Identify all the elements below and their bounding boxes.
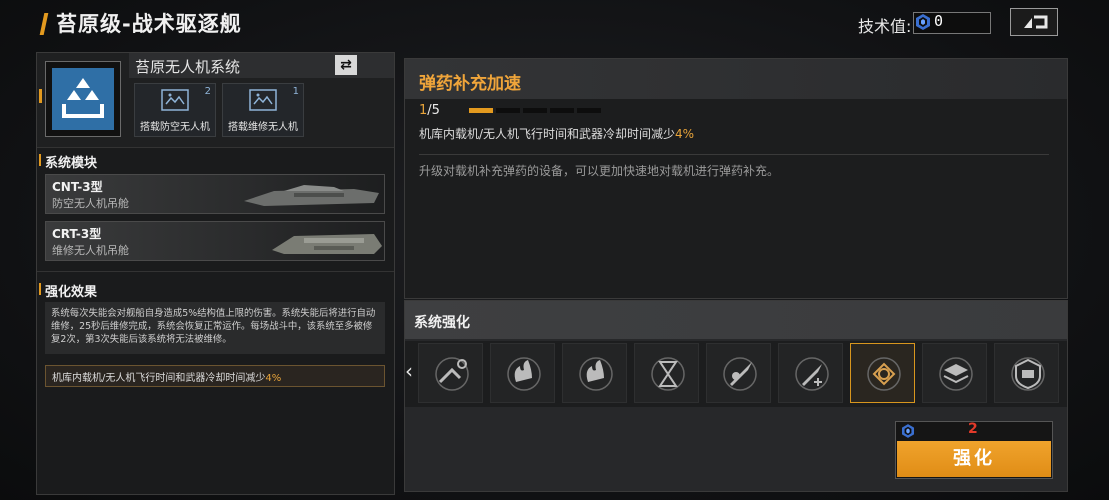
module-name: CNT-3型 bbox=[52, 180, 103, 194]
enhance-cost: 2 bbox=[968, 421, 978, 437]
upgrade-detail-panel: 弹药补充加速 1/5 机库内载机/无人机飞行时间和武器冷却时间减少4% 升级对载… bbox=[404, 58, 1068, 299]
tech-point-icon bbox=[916, 14, 930, 30]
title-accent bbox=[39, 13, 49, 35]
enhance-button[interactable]: 强化 bbox=[897, 441, 1051, 477]
drone-icon bbox=[249, 89, 277, 111]
drone-label: 搭载防空无人机 bbox=[140, 122, 210, 133]
effect-description: 系统每次失能会对舰船自身造成5%结构值上限的伤害。系统失能后将进行自动维修，25… bbox=[45, 302, 385, 354]
module-name: CRT-3型 bbox=[52, 227, 102, 241]
level-segment bbox=[577, 108, 601, 113]
upgrade-flavor-text: 升级对载机补充弹药的设备，可以更加快速地对载机进行弹药补充。 bbox=[419, 164, 780, 178]
system-panel: 苔原无人机系统 ⇄ 2 搭载防空无人机 1 搭载维修无人机 系统模块 CNT-3… bbox=[36, 52, 395, 495]
effect-title: 强化效果 bbox=[38, 281, 97, 300]
upgrade-header: 弹药补充加速 bbox=[405, 59, 1067, 99]
upgrade-slot[interactable] bbox=[994, 343, 1059, 403]
level-segment bbox=[469, 108, 493, 113]
effect-bonus: 机库内载机/无人机飞行时间和武器冷却时间减少4% bbox=[45, 365, 385, 387]
effect-bonus-value: 4% bbox=[265, 373, 282, 384]
module-item-cnt3[interactable]: CNT-3型 防空无人机吊舱 bbox=[45, 174, 385, 214]
drone-slot-aa[interactable]: 2 搭载防空无人机 bbox=[134, 83, 216, 137]
module-item-crt3[interactable]: CRT-3型 维修无人机吊舱 bbox=[45, 221, 385, 261]
module-type: 维修无人机吊舱 bbox=[52, 244, 129, 257]
upgrade-level: 1/5 bbox=[419, 103, 440, 118]
swap-system-button[interactable]: ⇄ bbox=[335, 55, 357, 75]
upgrade-slot[interactable] bbox=[922, 343, 987, 403]
drone-reload-icon bbox=[867, 357, 901, 391]
system-header: 苔原无人机系统 ⇄ 2 搭载防空无人机 1 搭载维修无人机 bbox=[37, 53, 394, 148]
tech-label: 技术值: bbox=[858, 17, 912, 36]
drone-count: 1 bbox=[292, 86, 299, 97]
tech-value: 0 bbox=[934, 12, 944, 30]
enhance-cost-box: 2 强化 bbox=[895, 421, 1053, 479]
upgrade-effect: 机库内载机/无人机飞行时间和武器冷却时间减少4% bbox=[419, 125, 694, 142]
detail-divider bbox=[419, 154, 1049, 155]
upgrade-slot[interactable] bbox=[634, 343, 699, 403]
upgrade-slot[interactable] bbox=[706, 343, 771, 403]
enhance-header: 系统强化 bbox=[405, 301, 1067, 339]
upgrade-title: 弹药补充加速 bbox=[419, 74, 521, 94]
drone-count: 2 bbox=[204, 86, 211, 97]
module-type: 防空无人机吊舱 bbox=[52, 197, 129, 210]
section-divider bbox=[37, 271, 394, 272]
upgrade-slot[interactable] bbox=[562, 343, 627, 403]
shield-drone-icon bbox=[1011, 357, 1045, 391]
system-name: 苔原无人机系统 bbox=[135, 58, 241, 76]
system-icon-frame[interactable] bbox=[45, 61, 121, 137]
drone-icon bbox=[161, 89, 189, 111]
missile-icon bbox=[723, 357, 757, 391]
modules-title: 系统模块 bbox=[38, 152, 97, 171]
system-icon-bg bbox=[52, 68, 114, 130]
fire-icon bbox=[579, 357, 613, 391]
cost-row: 2 bbox=[896, 421, 1052, 441]
upgrade-slot[interactable] bbox=[778, 343, 843, 403]
back-icon bbox=[1024, 15, 1048, 29]
fire-icon bbox=[507, 357, 541, 391]
drone-system-icon bbox=[62, 78, 104, 118]
ship-module-image bbox=[244, 185, 379, 206]
chevron-left-icon[interactable]: ‹ bbox=[405, 359, 413, 383]
tech-point-icon bbox=[902, 424, 914, 438]
upgrade-effect-text: 机库内载机/无人机飞行时间和武器冷却时间减少 bbox=[419, 127, 676, 141]
hourglass-drone-icon bbox=[651, 357, 685, 391]
upgrade-effect-value: 4% bbox=[675, 127, 695, 141]
layers-icon bbox=[939, 357, 973, 391]
back-button[interactable] bbox=[1010, 8, 1058, 36]
ship-module-image bbox=[272, 234, 382, 254]
level-segment bbox=[523, 108, 547, 113]
page-title: 苔原级-战术驱逐舰 bbox=[56, 12, 242, 36]
level-max: /5 bbox=[427, 103, 440, 118]
drone-plus-icon bbox=[435, 357, 469, 391]
level-segment bbox=[550, 108, 574, 113]
swap-icon: ⇄ bbox=[340, 57, 352, 73]
enhance-panel: 系统强化 ‹ 2 强化 bbox=[404, 300, 1068, 492]
drone-slot-repair[interactable]: 1 搭载维修无人机 bbox=[222, 83, 304, 137]
enhance-title: 系统强化 bbox=[414, 315, 470, 331]
level-segment bbox=[496, 108, 520, 113]
drone-label: 搭载维修无人机 bbox=[228, 122, 298, 133]
missile-plus-icon bbox=[795, 357, 829, 391]
system-accent bbox=[39, 89, 42, 103]
upgrade-slot[interactable] bbox=[850, 343, 915, 403]
upgrade-slot[interactable] bbox=[418, 343, 483, 403]
top-bar: 苔原级-战术驱逐舰 技术值: 0 bbox=[0, 0, 1109, 46]
upgrade-slot[interactable] bbox=[490, 343, 555, 403]
upgrade-slot-strip: ‹ bbox=[405, 341, 1067, 407]
effect-bonus-text: 机库内载机/无人机飞行时间和武器冷却时间减少 bbox=[52, 373, 266, 384]
